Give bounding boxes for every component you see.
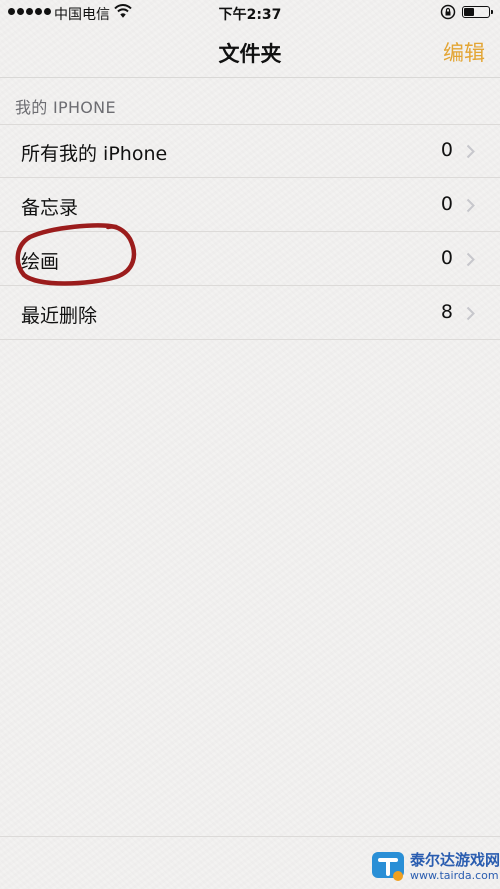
folder-list: 所有我的 iPhone 0 备忘录 0 绘画 0 最近删除 8 — [0, 124, 500, 340]
folder-row-notes[interactable]: 备忘录 0 — [0, 178, 500, 232]
chevron-right-icon — [466, 252, 475, 271]
row-divider — [0, 339, 500, 340]
rotation-lock-icon — [440, 4, 456, 24]
edit-button[interactable]: 编辑 — [443, 37, 485, 67]
watermark-name: 泰尔达游戏网 — [410, 850, 500, 869]
section-header: 我的 IPHONE — [15, 98, 116, 117]
watermark-url: www.tairda.com — [410, 868, 499, 882]
folder-row-recently-deleted[interactable]: 最近删除 8 — [0, 286, 500, 340]
folder-count: 0 — [440, 193, 453, 215]
folder-label: 备忘录 — [21, 197, 79, 219]
bottom-divider — [0, 836, 500, 837]
folder-label: 绘画 — [21, 251, 60, 273]
watermark: 泰尔达游戏网 www.tairda.com — [370, 848, 500, 884]
watermark-logo-icon — [372, 852, 404, 881]
folder-count: 0 — [440, 139, 453, 161]
navigation-bar: 文件夹 编辑 — [0, 28, 500, 78]
folder-label: 所有我的 iPhone — [21, 143, 168, 165]
folder-count: 8 — [440, 301, 453, 323]
chevron-right-icon — [466, 144, 475, 163]
chevron-right-icon — [466, 198, 475, 217]
status-time: 下午2:37 — [218, 7, 282, 23]
folder-count: 0 — [440, 247, 453, 269]
folder-row-all-iphone[interactable]: 所有我的 iPhone 0 — [0, 124, 500, 178]
chevron-right-icon — [466, 306, 475, 325]
page-title: 文件夹 — [218, 42, 282, 66]
folder-label: 最近删除 — [21, 305, 98, 327]
folder-row-drawings[interactable]: 绘画 0 — [0, 232, 500, 286]
nav-divider — [0, 77, 500, 78]
battery-icon — [462, 6, 493, 18]
status-bar: 中国电信 下午2:37 — [0, 0, 500, 28]
